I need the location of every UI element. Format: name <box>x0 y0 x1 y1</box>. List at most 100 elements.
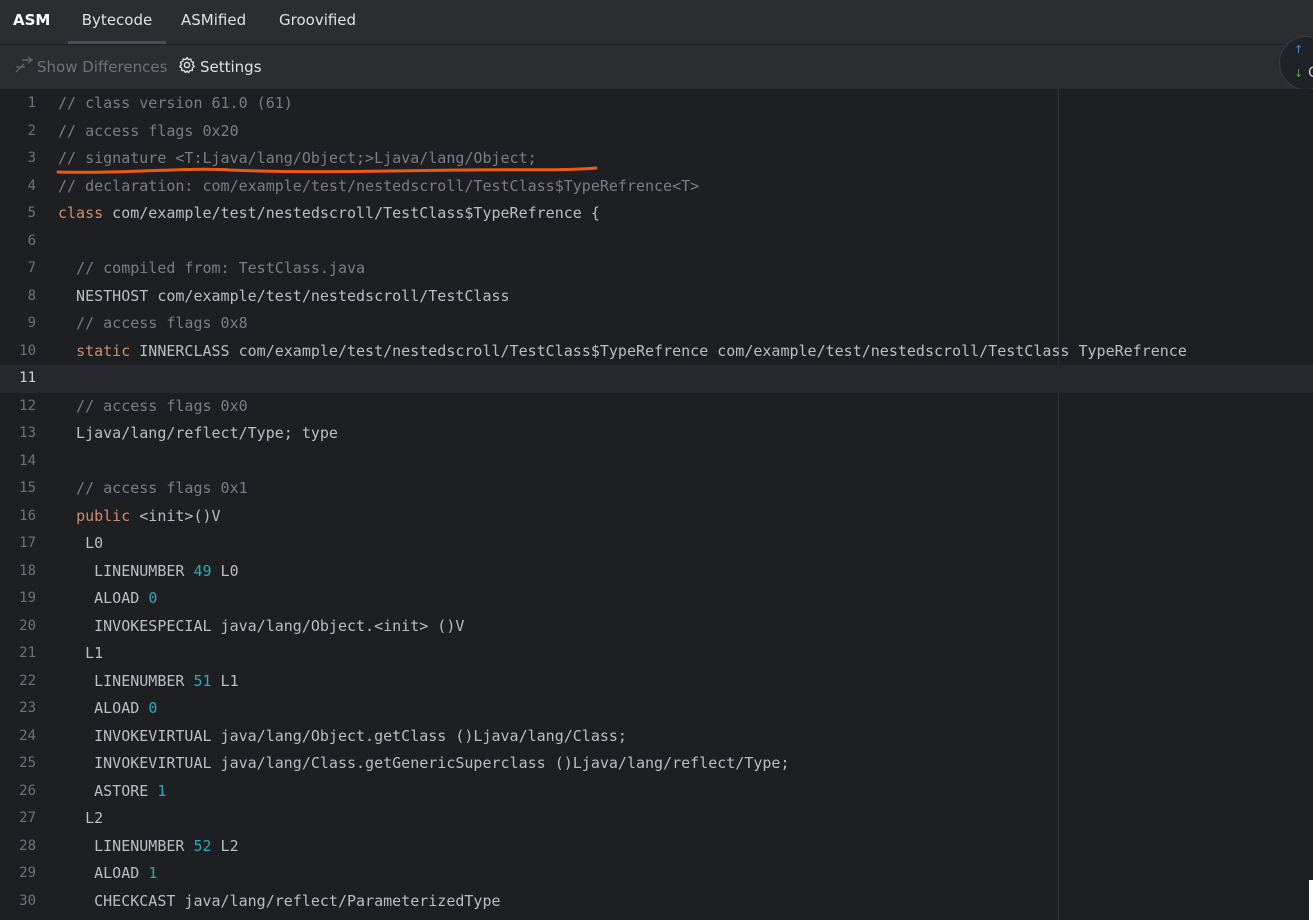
code-text: // access flags 0x20 <box>58 121 239 140</box>
toolbar: Show Differences Settings <box>0 45 1313 89</box>
line-number: 22 <box>19 672 36 689</box>
code-line[interactable]: 4 // declaration: com/example/test/nested… <box>0 173 1313 201</box>
code-text: INVOKEVIRTUAL java/lang/Class.getGeneric… <box>58 754 790 772</box>
code-line[interactable]: 23 ALOAD 0 <box>0 695 1313 723</box>
gear-icon <box>178 56 200 78</box>
arrow-up-icon[interactable]: ↑ <box>1294 43 1303 56</box>
code-line[interactable]: 30 CHECKCAST java/lang/reflect/Parameter… <box>0 888 1313 916</box>
code-text: NESTHOST com/example/test/nestedscroll/T… <box>58 286 510 305</box>
line-number: 29 <box>19 865 36 881</box>
code-text: // class version 61.0 (61) <box>58 94 293 112</box>
code-text: LINENUMBER 51 L1 <box>58 671 239 690</box>
line-number: 7 <box>27 260 36 276</box>
line-number: 11 <box>19 370 36 386</box>
line-number: 14 <box>19 452 36 469</box>
code-text: ALOAD 1 <box>58 864 158 882</box>
widget-partial-label: C <box>1308 65 1313 81</box>
code-line[interactable]: 1 // class version 61.0 (61) <box>0 90 1313 118</box>
code-text: // access flags 0x1 <box>58 479 248 497</box>
code-line[interactable]: 29 ALOAD 1 <box>0 860 1313 888</box>
code-line[interactable]: 21 L1 <box>0 640 1313 668</box>
arrow-down-icon[interactable]: ↓ <box>1294 67 1303 80</box>
tab-bytecode[interactable]: Bytecode <box>68 0 166 44</box>
code-text: static INNERCLASS com/example/test/neste… <box>76 341 1187 360</box>
code-text: // access flags 0x8 <box>58 314 248 332</box>
code-text: // signature <T:Ljava/lang/Object;>Ljava… <box>58 149 537 167</box>
code-text: INVOKESPECIAL java/lang/Object.<init> ()… <box>58 616 465 635</box>
line-number: 27 <box>19 810 36 826</box>
scrollbar-edge[interactable] <box>1309 880 1313 920</box>
code-text: LINENUMBER 49 L0 <box>58 561 239 580</box>
settings-button[interactable]: Settings <box>178 45 262 89</box>
show-differences-button[interactable]: Show Differences <box>13 45 167 89</box>
code-line[interactable]: 10 static INNERCLASS com/example/test/ne… <box>0 338 1313 366</box>
line-number: 2 <box>27 122 36 139</box>
line-number: 28 <box>19 837 36 854</box>
code-text: // access flags 0x0 <box>58 396 248 415</box>
show-differences-label: Show Differences <box>37 58 168 76</box>
code-line[interactable]: 15 // access flags 0x1 <box>0 475 1313 503</box>
settings-label: Settings <box>200 58 262 76</box>
code-text: CHECKCAST java/lang/reflect/Parameterize… <box>58 891 501 910</box>
line-number: 25 <box>19 755 36 771</box>
line-number: 13 <box>19 425 36 441</box>
line-number: 1 <box>27 95 36 111</box>
tab-bytecode-label: Bytecode <box>81 11 153 29</box>
tab-asmified[interactable]: ASMified <box>181 0 246 44</box>
code-line[interactable]: 9 // access flags 0x8 <box>0 310 1313 338</box>
code-line[interactable]: 11 <box>0 365 1313 393</box>
bytecode-editor[interactable]: 1 // class version 61.0 (61) 2 // access fl… <box>0 89 1313 920</box>
tab-bar: ASM Bytecode ASMified Groovified <box>0 0 1313 45</box>
line-number: 6 <box>27 232 36 249</box>
code-line[interactable]: 18 LINENUMBER 49 L0 <box>0 558 1313 586</box>
code-line[interactable]: 6 <box>0 228 1313 256</box>
line-number: 26 <box>19 782 36 799</box>
line-number: 18 <box>19 562 36 579</box>
code-text: class com/example/test/nestedscroll/Test… <box>58 204 600 222</box>
line-number: 17 <box>19 535 36 551</box>
code-line[interactable]: 5 class com/example/test/nestedscroll/Tes… <box>0 200 1313 228</box>
code-line[interactable]: 13 Ljava/lang/reflect/Type; type <box>0 420 1313 448</box>
code-line[interactable]: 28 LINENUMBER 52 L2 <box>0 833 1313 861</box>
code-line[interactable]: 27 L2 <box>0 805 1313 833</box>
code-text: // declaration: com/example/test/nesteds… <box>58 176 700 195</box>
code-line[interactable]: 12 // access flags 0x0 <box>0 393 1313 421</box>
code-text: L0 <box>58 534 104 552</box>
code-line[interactable]: 17 L0 <box>0 530 1313 558</box>
code-line[interactable]: 2 // access flags 0x20 <box>0 118 1313 146</box>
code-text: ALOAD 0 <box>58 589 158 607</box>
line-number: 4 <box>27 177 36 194</box>
code-line[interactable]: 19 ALOAD 0 <box>0 585 1313 613</box>
code-line[interactable]: 22 LINENUMBER 51 L1 <box>0 668 1313 696</box>
code-line[interactable]: 14 <box>0 448 1313 476</box>
line-number: 20 <box>19 617 36 634</box>
asm-title: ASM <box>13 11 51 29</box>
code-text: LINENUMBER 52 L2 <box>58 836 239 855</box>
code-line[interactable]: 3 // signature <T:Ljava/lang/Object;>Ljav… <box>0 145 1313 173</box>
line-number: 9 <box>27 315 36 331</box>
code-line[interactable]: 16 public <init>()V <box>0 503 1313 531</box>
code-line[interactable]: 7 // compiled from: TestClass.java <box>0 255 1313 283</box>
active-tab-indicator <box>68 41 166 44</box>
code-line[interactable]: 25 INVOKEVIRTUAL java/lang/Class.getGene… <box>0 750 1313 778</box>
line-number: 16 <box>19 507 36 524</box>
diff-arrows-icon <box>13 55 37 79</box>
code-line[interactable]: 8 NESTHOST com/example/test/nestedscroll… <box>0 283 1313 311</box>
line-number: 15 <box>19 480 36 496</box>
line-number: 30 <box>19 892 36 909</box>
code-text: L1 <box>58 644 104 662</box>
line-number: 19 <box>19 590 36 606</box>
line-number: 10 <box>19 342 36 359</box>
code-text: Ljava/lang/reflect/Type; type <box>58 424 338 442</box>
line-number: 24 <box>19 727 36 744</box>
code-text: INVOKEVIRTUAL java/lang/Object.getClass … <box>58 726 627 745</box>
code-text: // compiled from: TestClass.java <box>58 259 366 277</box>
line-number: 21 <box>19 645 36 661</box>
code-text: ASTORE 1 <box>58 781 167 800</box>
code-text: L2 <box>58 809 104 827</box>
code-line[interactable]: 26 ASTORE 1 <box>0 778 1313 806</box>
line-number: 12 <box>19 397 36 414</box>
tab-groovified[interactable]: Groovified <box>279 0 356 44</box>
code-line[interactable]: 24 INVOKEVIRTUAL java/lang/Object.getCla… <box>0 723 1313 751</box>
code-line[interactable]: 20 INVOKESPECIAL java/lang/Object.<init>… <box>0 613 1313 641</box>
